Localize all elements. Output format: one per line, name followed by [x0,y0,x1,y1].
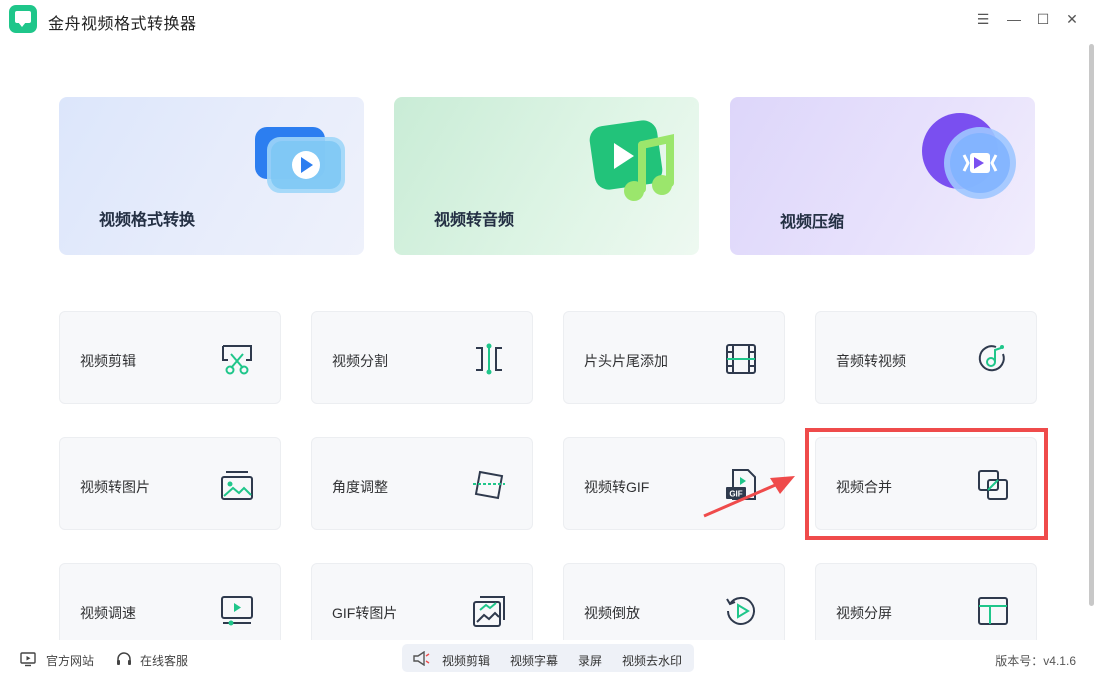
quick-tool-subtitles[interactable]: 视频字幕 [510,652,558,669]
quick-tool-screen-record[interactable]: 录屏 [578,652,602,669]
tool-angle-adjust[interactable]: 角度调整 [311,437,533,530]
tool-label: 片头片尾添加 [584,353,668,369]
annotation-arrow-icon [703,476,795,518]
minimize-icon[interactable]: — [1004,9,1024,29]
tool-video-edit[interactable]: 视频剪辑 [59,311,281,404]
image-icon [221,471,253,500]
scissors-icon [222,345,252,375]
app-logo-icon [9,5,37,33]
split-icon [476,343,502,375]
rotate-angle-icon [473,470,505,500]
maximize-icon[interactable]: ☐ [1033,9,1053,29]
film-icon [726,344,756,374]
online-support-link[interactable]: 在线客服 [140,652,188,669]
quick-tool-remove-watermark[interactable]: 视频去水印 [622,652,682,669]
audio-disc-icon [978,345,1005,372]
tool-label: 视频转GIF [584,479,650,495]
footer-bar: 官方网站 在线客服 视频剪辑 视频字幕 录屏 视频去水印 版本号：v4.1.6 [0,640,1096,679]
tool-audio-to-video[interactable]: 音频转视频 [815,311,1037,404]
version-label: 版本号：v4.1.6 [995,654,1076,668]
card-video-to-audio[interactable]: 视频转音频 [394,97,699,255]
tool-intro-outro[interactable]: 片头片尾添加 [563,311,785,404]
tool-label: 视频转图片 [80,479,150,495]
official-website-link[interactable]: 官方网站 [46,652,94,669]
app-title: 金舟视频格式转换器 [48,16,197,33]
quick-tool-video-edit[interactable]: 视频剪辑 [442,652,490,669]
card-label: 视频转音频 [434,212,515,229]
video-play-icon [255,127,345,193]
music-note-icon [589,120,674,201]
gif-image-icon [473,596,505,627]
scrollbar-thumb[interactable] [1089,44,1094,606]
tool-label: 视频倒放 [584,605,640,621]
tool-label: 角度调整 [332,479,388,495]
tool-label: 视频调速 [80,605,136,621]
tool-label: 音频转视频 [836,353,906,369]
card-video-format-convert[interactable]: 视频格式转换 [59,97,364,255]
compress-icon [922,113,1016,199]
tool-video-to-image[interactable]: 视频转图片 [59,437,281,530]
quick-tools-bar: 视频剪辑 视频字幕 录屏 视频去水印 [402,644,694,672]
tool-label: GIF转图片 [332,605,398,621]
app-window: 金舟视频格式转换器 ☰ — ☐ ✕ 视频格式转换 视频转音频 视频压缩 视频剪辑… [0,0,1096,679]
tool-video-split[interactable]: 视频分割 [311,311,533,404]
card-video-compress[interactable]: 视频压缩 [730,97,1035,255]
speed-monitor-icon [221,596,253,626]
reverse-play-icon [726,596,755,625]
split-screen-icon [978,597,1008,625]
headset-icon [117,652,131,665]
close-icon[interactable]: ✕ [1062,9,1082,29]
highlight-box [805,428,1048,540]
megaphone-icon [413,651,430,666]
monitor-icon [20,652,36,667]
menu-icon[interactable]: ☰ [973,9,993,29]
card-label: 视频压缩 [780,214,845,231]
tool-label: 视频分屏 [836,605,892,621]
title-bar: 金舟视频格式转换器 ☰ — ☐ ✕ [0,0,1096,38]
tool-label: 视频分割 [332,353,388,369]
tool-label: 视频剪辑 [80,353,136,369]
card-label: 视频格式转换 [99,212,196,229]
